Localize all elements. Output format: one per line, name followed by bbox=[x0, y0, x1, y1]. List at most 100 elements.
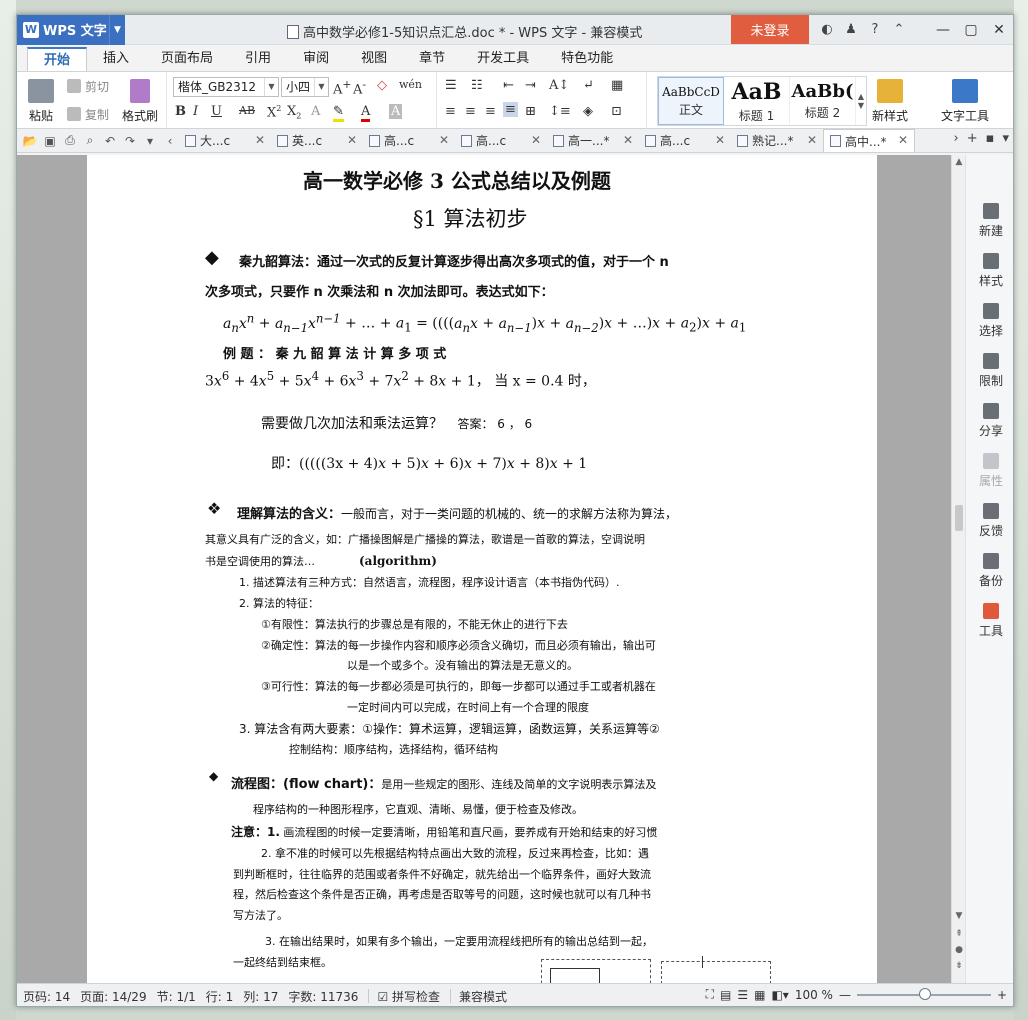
fullscreen-icon[interactable]: ⛶ bbox=[706, 987, 714, 1002]
app-menu-button[interactable]: W WPS 文字 ▼ bbox=[17, 15, 125, 45]
format-painter-button[interactable]: 格式刷 bbox=[117, 72, 163, 128]
align-center-icon[interactable]: ≡ bbox=[465, 104, 476, 119]
doc-tab[interactable]: 英...c ✕ bbox=[271, 130, 363, 152]
zoom-in-icon[interactable]: + bbox=[997, 988, 1007, 1002]
tab-developer[interactable]: 开发工具 bbox=[461, 47, 545, 71]
maximize-icon[interactable]: ▢ bbox=[957, 15, 985, 44]
skin-icon[interactable]: ◐ bbox=[815, 22, 839, 37]
paste-button[interactable]: 粘贴 bbox=[19, 72, 63, 128]
undo-icon[interactable]: ↶ bbox=[101, 134, 119, 148]
document-page[interactable]: 高一数学必修 3 公式总结以及例题 §1 算法初步 ◆ 秦九韶算法：通过一次式的… bbox=[87, 155, 877, 983]
web-view-icon[interactable]: ▦ bbox=[754, 988, 765, 1002]
italic-icon[interactable]: I bbox=[193, 104, 198, 119]
cut-button[interactable]: 剪切 bbox=[67, 74, 109, 98]
prev-page-icon[interactable]: ⇞ bbox=[952, 929, 966, 939]
style-heading-2[interactable]: AaBb( 标题 2 bbox=[790, 77, 856, 125]
scroll-thumb[interactable] bbox=[955, 505, 963, 531]
zoom-slider[interactable] bbox=[856, 987, 991, 1000]
collapse-icon[interactable]: ⌃ bbox=[887, 22, 911, 37]
tab-references[interactable]: 引用 bbox=[229, 47, 287, 71]
status-page[interactable]: 页面: 14/29 bbox=[80, 988, 146, 1005]
side-properties[interactable]: 属性 bbox=[966, 453, 1013, 489]
shrink-font-icon[interactable]: A- bbox=[353, 78, 366, 97]
print-icon[interactable]: ⎙ bbox=[61, 133, 79, 148]
page-view-icon[interactable]: ▤ bbox=[720, 988, 731, 1002]
pinyin-icon[interactable]: wén bbox=[399, 78, 422, 91]
border-icon[interactable]: ⊡ bbox=[611, 104, 622, 119]
doc-tab[interactable]: 熟记...* ✕ bbox=[731, 130, 823, 152]
tabs-left-icon[interactable]: ‹ bbox=[161, 134, 179, 148]
tab-list-icon[interactable]: ▪ bbox=[986, 131, 995, 146]
align-justify-icon[interactable]: ≡ bbox=[503, 102, 518, 117]
increase-indent-icon[interactable]: ⇥ bbox=[525, 78, 536, 93]
doc-tab-active[interactable]: 高中...* ✕ bbox=[823, 129, 915, 152]
close-icon[interactable]: ✕ bbox=[439, 133, 449, 147]
tab-review[interactable]: 审阅 bbox=[287, 47, 345, 71]
zoom-knob[interactable] bbox=[918, 987, 931, 1000]
tab-view[interactable]: 视图 bbox=[345, 47, 403, 71]
login-button[interactable]: 未登录 bbox=[731, 15, 809, 44]
close-icon[interactable]: ✕ bbox=[255, 133, 265, 147]
doc-tab[interactable]: 高...c ✕ bbox=[639, 130, 731, 152]
side-share[interactable]: 分享 bbox=[966, 403, 1013, 439]
tab-page-layout[interactable]: 页面布局 bbox=[145, 47, 229, 71]
status-words[interactable]: 字数: 11736 bbox=[288, 988, 358, 1005]
tab-home[interactable]: 开始 bbox=[27, 47, 88, 71]
doc-tab[interactable]: 高一...* ✕ bbox=[547, 130, 639, 152]
subscript-icon[interactable]: X2 bbox=[287, 104, 301, 121]
char-shading-icon[interactable]: A bbox=[389, 104, 403, 119]
bold-icon[interactable]: B bbox=[175, 104, 186, 119]
select-browse-icon[interactable]: ● bbox=[952, 945, 966, 955]
scroll-down-icon[interactable]: ▼ bbox=[952, 911, 966, 921]
tab-features[interactable]: 特色功能 bbox=[545, 47, 629, 71]
close-icon[interactable]: ✕ bbox=[985, 15, 1013, 44]
close-icon[interactable]: ✕ bbox=[807, 133, 817, 147]
distribute-icon[interactable]: ⊞ bbox=[525, 104, 536, 119]
outline-view-icon[interactable]: ☰ bbox=[737, 988, 748, 1002]
strikethrough-icon[interactable]: AB bbox=[239, 104, 255, 117]
table-icon[interactable]: ▦ bbox=[611, 78, 623, 93]
font-name-select[interactable]: 楷体_GB2312 ▼ bbox=[173, 77, 279, 97]
side-restrict[interactable]: 限制 bbox=[966, 353, 1013, 389]
chevron-down-icon[interactable]: ▼ bbox=[109, 15, 125, 45]
close-icon[interactable]: ✕ bbox=[898, 133, 908, 147]
scroll-up-icon[interactable]: ▲ bbox=[952, 157, 966, 167]
clear-format-icon[interactable]: ◇ bbox=[377, 78, 387, 93]
decrease-indent-icon[interactable]: ⇤ bbox=[503, 78, 514, 93]
copy-button[interactable]: 复制 bbox=[67, 102, 109, 126]
style-heading-1[interactable]: AaB 标题 1 bbox=[724, 77, 790, 125]
align-right-icon[interactable]: ≡ bbox=[485, 104, 496, 119]
next-page-icon[interactable]: ⇟ bbox=[952, 961, 966, 971]
grow-font-icon[interactable]: A+ bbox=[333, 78, 351, 97]
shirt-icon[interactable]: ♟ bbox=[839, 22, 863, 37]
bullet-list-icon[interactable]: ☰ bbox=[445, 78, 457, 93]
redo-icon[interactable]: ↷ bbox=[121, 134, 139, 148]
superscript-icon[interactable]: X2 bbox=[267, 104, 281, 120]
side-select[interactable]: 选择 bbox=[966, 303, 1013, 339]
doc-tab[interactable]: 大...c ✕ bbox=[179, 130, 271, 152]
text-effect-icon[interactable]: A bbox=[311, 104, 320, 119]
text-tools-button[interactable]: 文字工具 bbox=[933, 72, 997, 128]
underline-icon[interactable]: U bbox=[211, 104, 222, 119]
align-left-icon[interactable]: ≡ bbox=[445, 104, 456, 119]
doc-tab[interactable]: 高...c ✕ bbox=[455, 130, 547, 152]
close-icon[interactable]: ✕ bbox=[623, 133, 633, 147]
new-style-button[interactable]: 新样式 bbox=[863, 72, 917, 128]
close-icon[interactable]: ✕ bbox=[531, 133, 541, 147]
zoom-out-icon[interactable]: — bbox=[839, 988, 851, 1002]
customize-icon[interactable]: ▾ bbox=[141, 134, 159, 148]
close-icon[interactable]: ✕ bbox=[347, 133, 357, 147]
vertical-scrollbar[interactable]: ▲ ▼ ⇞ ● ⇟ bbox=[951, 155, 965, 983]
side-backup[interactable]: 备份 bbox=[966, 553, 1013, 589]
char-scale-icon[interactable]: A↕ bbox=[549, 78, 569, 93]
zoom-level[interactable]: 100 % bbox=[795, 988, 833, 1002]
tab-insert[interactable]: 插入 bbox=[87, 47, 145, 71]
minimize-icon[interactable]: — bbox=[929, 15, 957, 44]
paragraph-mark-icon[interactable]: ↵ bbox=[583, 78, 594, 93]
doc-tab[interactable]: 高...c ✕ bbox=[363, 130, 455, 152]
spell-check-toggle[interactable]: ☑ 拼写检查 bbox=[377, 988, 440, 1005]
save-icon[interactable]: ▣ bbox=[41, 134, 59, 148]
side-feedback[interactable]: 反馈 bbox=[966, 503, 1013, 539]
open-icon[interactable]: 📂 bbox=[21, 134, 39, 148]
shading-icon[interactable]: ◈ bbox=[583, 104, 593, 119]
